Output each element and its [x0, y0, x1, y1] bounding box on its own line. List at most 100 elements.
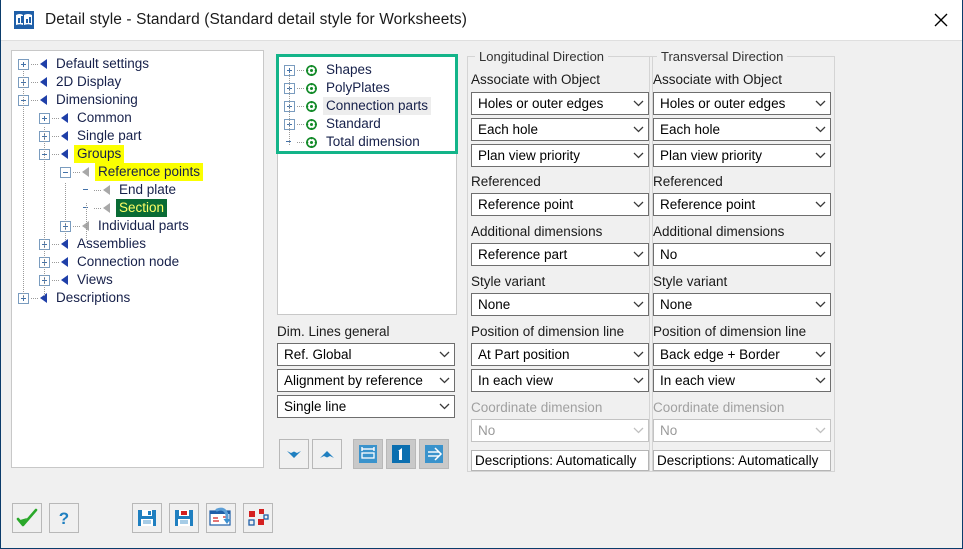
value-text: No [478, 423, 496, 438]
chevron-down-icon [810, 126, 830, 133]
chevron-down-icon [434, 403, 454, 410]
tree-connector [31, 99, 38, 101]
object-list-panel[interactable]: Shapes PolyPlates Connection parts Standard… [277, 55, 457, 315]
bottom-toolbar: ? [1, 487, 962, 548]
help-button[interactable]: ? [49, 503, 79, 533]
reference-mode-combo[interactable]: Ref. Global [277, 343, 455, 366]
transversal-associate-combo-1[interactable]: Holes or outer edges [653, 92, 831, 115]
tree-item[interactable]: 2D Display [12, 73, 263, 91]
green-check-icon [16, 508, 38, 528]
chevron-down-icon [628, 201, 648, 208]
tree-item[interactable]: Connection node [12, 253, 263, 271]
tree-item[interactable]: Reference points [12, 163, 263, 181]
tree-item[interactable]: Single part [12, 127, 263, 145]
tree-item[interactable]: Common [12, 109, 263, 127]
longitudinal-additional-label: Additional dimensions [471, 224, 603, 239]
tree-connector [52, 153, 59, 155]
longitudinal-associate-label: Associate with Object [471, 72, 601, 87]
tree-connector [31, 297, 38, 299]
chevron-down-icon [628, 126, 648, 133]
blue-triangle-icon [40, 95, 47, 105]
value-text: Plan view priority [478, 148, 581, 163]
tree-connector [52, 279, 59, 281]
blue-triangle-icon [40, 59, 47, 69]
tree-item[interactable]: Descriptions [12, 289, 263, 307]
chevron-down-icon [810, 251, 830, 258]
tree-item[interactable]: End plate [12, 181, 263, 199]
settings-tree-panel[interactable]: Default settings 2D Display Dimensioning Co… [11, 50, 264, 468]
list-item[interactable]: Shapes [278, 61, 456, 79]
list-connector [297, 105, 304, 107]
number-one-icon [390, 443, 412, 465]
longitudinal-associate-combo-1[interactable]: Holes or outer edges [471, 92, 649, 115]
save-as-button[interactable] [169, 503, 199, 533]
longitudinal-position-combo-2[interactable]: In each view [471, 369, 649, 392]
dimension-one-button[interactable] [386, 439, 416, 469]
longitudinal-additional-combo[interactable]: Reference part [471, 243, 649, 266]
reload-button[interactable] [206, 503, 236, 533]
value-text: Reference point [478, 197, 574, 212]
tree-item[interactable]: Assemblies [12, 235, 263, 253]
chevron-down-icon [810, 377, 830, 384]
arrow-down-button[interactable] [279, 439, 309, 469]
expand-icon[interactable] [39, 112, 50, 124]
tree-item[interactable]: Groups [12, 145, 263, 163]
ok-button[interactable] [12, 503, 42, 533]
chevron-down-icon [810, 301, 830, 308]
transversal-additional-combo[interactable]: No [653, 243, 831, 266]
arrow-right-icon [423, 443, 445, 465]
tree-item[interactable]: Individual parts [12, 217, 263, 235]
alignment-value: Alignment by reference [284, 373, 423, 388]
transversal-position-combo-1[interactable]: Back edge + Border [653, 343, 831, 366]
tree-item-label: Common [77, 110, 132, 125]
alignment-combo[interactable]: Alignment by reference [277, 369, 455, 392]
transversal-style-variant-combo[interactable]: None [653, 293, 831, 316]
longitudinal-associate-combo-3[interactable]: Plan view priority [471, 144, 649, 167]
list-connector [297, 123, 304, 125]
tree-guide-line [86, 203, 87, 241]
tree-connector [31, 63, 38, 65]
chevron-down-icon [628, 152, 648, 159]
dimension-line-button[interactable] [353, 439, 383, 469]
tree-item-label: 2D Display [56, 74, 122, 89]
value-text: Each hole [660, 122, 721, 137]
properties-button[interactable] [243, 503, 273, 533]
tree-item-label: End plate [119, 182, 177, 197]
tree-item-label: Individual parts [98, 218, 189, 233]
longitudinal-style-variant-combo[interactable]: None [471, 293, 649, 316]
list-item[interactable]: Connection parts [278, 97, 456, 115]
transversal-associate-combo-3[interactable]: Plan view priority [653, 144, 831, 167]
tree-item[interactable]: Views [12, 271, 263, 289]
value-text: Reference point [660, 197, 756, 212]
question-mark-icon: ? [56, 508, 72, 528]
tree-item[interactable]: Default settings [12, 55, 263, 73]
list-item[interactable]: PolyPlates [278, 79, 456, 97]
expand-icon[interactable] [18, 58, 29, 70]
tree-leaf-spacer [81, 185, 92, 196]
longitudinal-position-combo-1[interactable]: At Part position [471, 343, 649, 366]
list-guide-line [289, 74, 290, 146]
detail-style-dialog: Detail style - Standard (Standard detail… [0, 0, 963, 549]
tree-item[interactable]: Dimensioning [12, 91, 263, 109]
longitudinal-group-title: Longitudinal Direction [475, 49, 609, 64]
list-item-label: PolyPlates [326, 80, 390, 95]
dimension-arrow-button[interactable] [419, 439, 449, 469]
longitudinal-associate-combo-2[interactable]: Each hole [471, 118, 649, 141]
transversal-position-combo-2[interactable]: In each view [653, 369, 831, 392]
collapse-icon[interactable] [60, 166, 71, 178]
longitudinal-referenced-combo[interactable]: Reference point [471, 193, 649, 216]
list-item[interactable]: Standard [278, 115, 456, 133]
close-button[interactable] [917, 0, 962, 40]
save-button[interactable] [132, 503, 162, 533]
arrow-up-button[interactable] [312, 439, 342, 469]
transversal-referenced-combo[interactable]: Reference point [653, 193, 831, 216]
line-type-combo[interactable]: Single line [277, 395, 455, 418]
transversal-descriptions-field[interactable]: Descriptions: Automatically [653, 450, 831, 471]
tree-item[interactable]: Section [12, 199, 263, 217]
longitudinal-descriptions-field[interactable]: Descriptions: Automatically [471, 450, 649, 471]
list-item-label: Connection parts [323, 97, 432, 115]
chevron-down-icon [628, 377, 648, 384]
list-item[interactable]: Total dimension [278, 133, 456, 151]
transversal-associate-combo-2[interactable]: Each hole [653, 118, 831, 141]
reference-mode-value: Ref. Global [284, 347, 352, 362]
